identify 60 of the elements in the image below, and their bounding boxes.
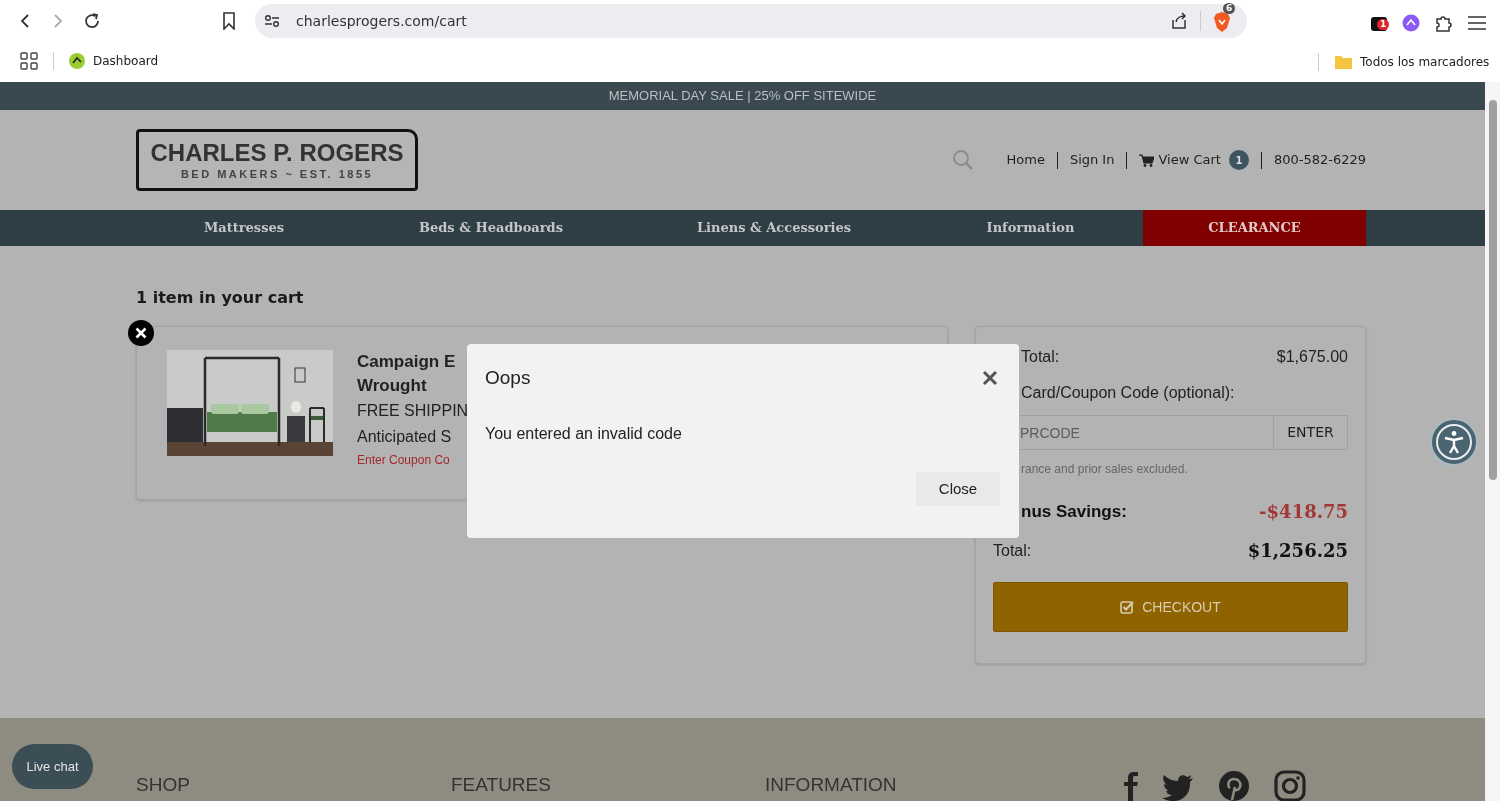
bookmarks-folder[interactable]: Todos los marcadores: [1318, 53, 1490, 71]
site-settings-icon[interactable]: [264, 14, 280, 28]
footer-heading: INFORMATION: [765, 773, 897, 797]
header-link[interactable]: Sign In: [1069, 150, 1115, 170]
twitter-icon[interactable]: [1162, 774, 1194, 801]
bookmark-favicon-icon: [69, 53, 85, 69]
bookmark-link[interactable]: Dashboard: [69, 52, 159, 70]
url-text[interactable]: charlesprogers.com/cart: [296, 10, 467, 32]
savings-value: -$418.75: [1259, 500, 1348, 524]
subtotal-label: Total:: [1020, 347, 1060, 367]
view-cart-link[interactable]: View Cart 1: [1139, 150, 1249, 170]
footer-heading: FEATURES: [451, 773, 551, 797]
chevron-circle-icon[interactable]: [1402, 14, 1420, 32]
shipping-text: FREE SHIPPIN: [357, 401, 469, 421]
reload-icon[interactable]: [83, 12, 101, 30]
promo-text: MEMORIAL DAY SALE | 25% OFF SITEWIDE: [608, 87, 877, 106]
savings-label: nus Savings:: [1020, 500, 1127, 523]
close-icon: [982, 370, 998, 387]
puzzle-icon[interactable]: [1434, 13, 1454, 33]
nav-item[interactable]: Information: [918, 210, 1143, 246]
modal-title: Oops: [485, 366, 531, 390]
apps-grid-icon[interactable]: [20, 52, 38, 70]
remove-icon[interactable]: [128, 320, 154, 346]
accessibility-icon[interactable]: [1430, 418, 1478, 466]
product-title-link[interactable]: Campaign E: [357, 350, 469, 374]
close-button[interactable]: [981, 369, 999, 388]
pinterest-icon[interactable]: [1218, 770, 1250, 801]
total-value: $1,256.25: [1247, 539, 1348, 563]
bookmark-icon[interactable]: [222, 12, 236, 30]
total-label: Total:: [993, 540, 1032, 561]
instagram-icon[interactable]: [1274, 770, 1306, 801]
logo[interactable]: CHARLES P. ROGERS BED MAKERS ~ EST. 1855: [136, 129, 418, 191]
enter-button[interactable]: ENTER: [1273, 415, 1348, 450]
subtotal-value: $1,675.00: [1276, 347, 1348, 367]
cart-heading: 1 item in your cart: [136, 287, 305, 306]
scrollbar[interactable]: [1485, 82, 1500, 801]
menu-icon[interactable]: [1468, 16, 1486, 30]
nav-item[interactable]: Mattresses: [136, 210, 352, 246]
nav-item[interactable]: Beds & Headboards: [352, 210, 630, 246]
lion-shield-icon[interactable]: [1213, 11, 1231, 32]
facebook-icon[interactable]: [1124, 772, 1138, 801]
cart-count-badge: 1: [1228, 150, 1249, 170]
share-icon[interactable]: [1170, 12, 1188, 30]
close-button[interactable]: Close: [916, 471, 1000, 506]
clearance-nav-item[interactable]: CLEARANCE: [1143, 210, 1366, 246]
checkbox-icon: [1120, 600, 1135, 614]
header-link[interactable]: Home: [1006, 150, 1045, 170]
footer-heading: SHOP: [136, 773, 190, 797]
folder-icon: [1335, 55, 1352, 69]
anticipated-ship-text: Anticipated S: [357, 427, 453, 447]
coupon-label: Card/Coupon Code (optional):: [1020, 383, 1236, 403]
cart-icon: [1139, 153, 1155, 167]
coupon-note: rance and prior sales excluded.: [1020, 461, 1189, 478]
nav-item[interactable]: Linens & Accessories: [630, 210, 918, 246]
phone-number: 800-582-6229: [1273, 151, 1366, 170]
product-title-link[interactable]: Wrought: [357, 374, 469, 398]
modal-message: You entered an invalid code: [484, 423, 683, 444]
coupon-link[interactable]: Enter Coupon Co: [357, 450, 469, 470]
count-badge: 6: [1223, 3, 1236, 14]
count-badge: 1: [1377, 19, 1390, 30]
